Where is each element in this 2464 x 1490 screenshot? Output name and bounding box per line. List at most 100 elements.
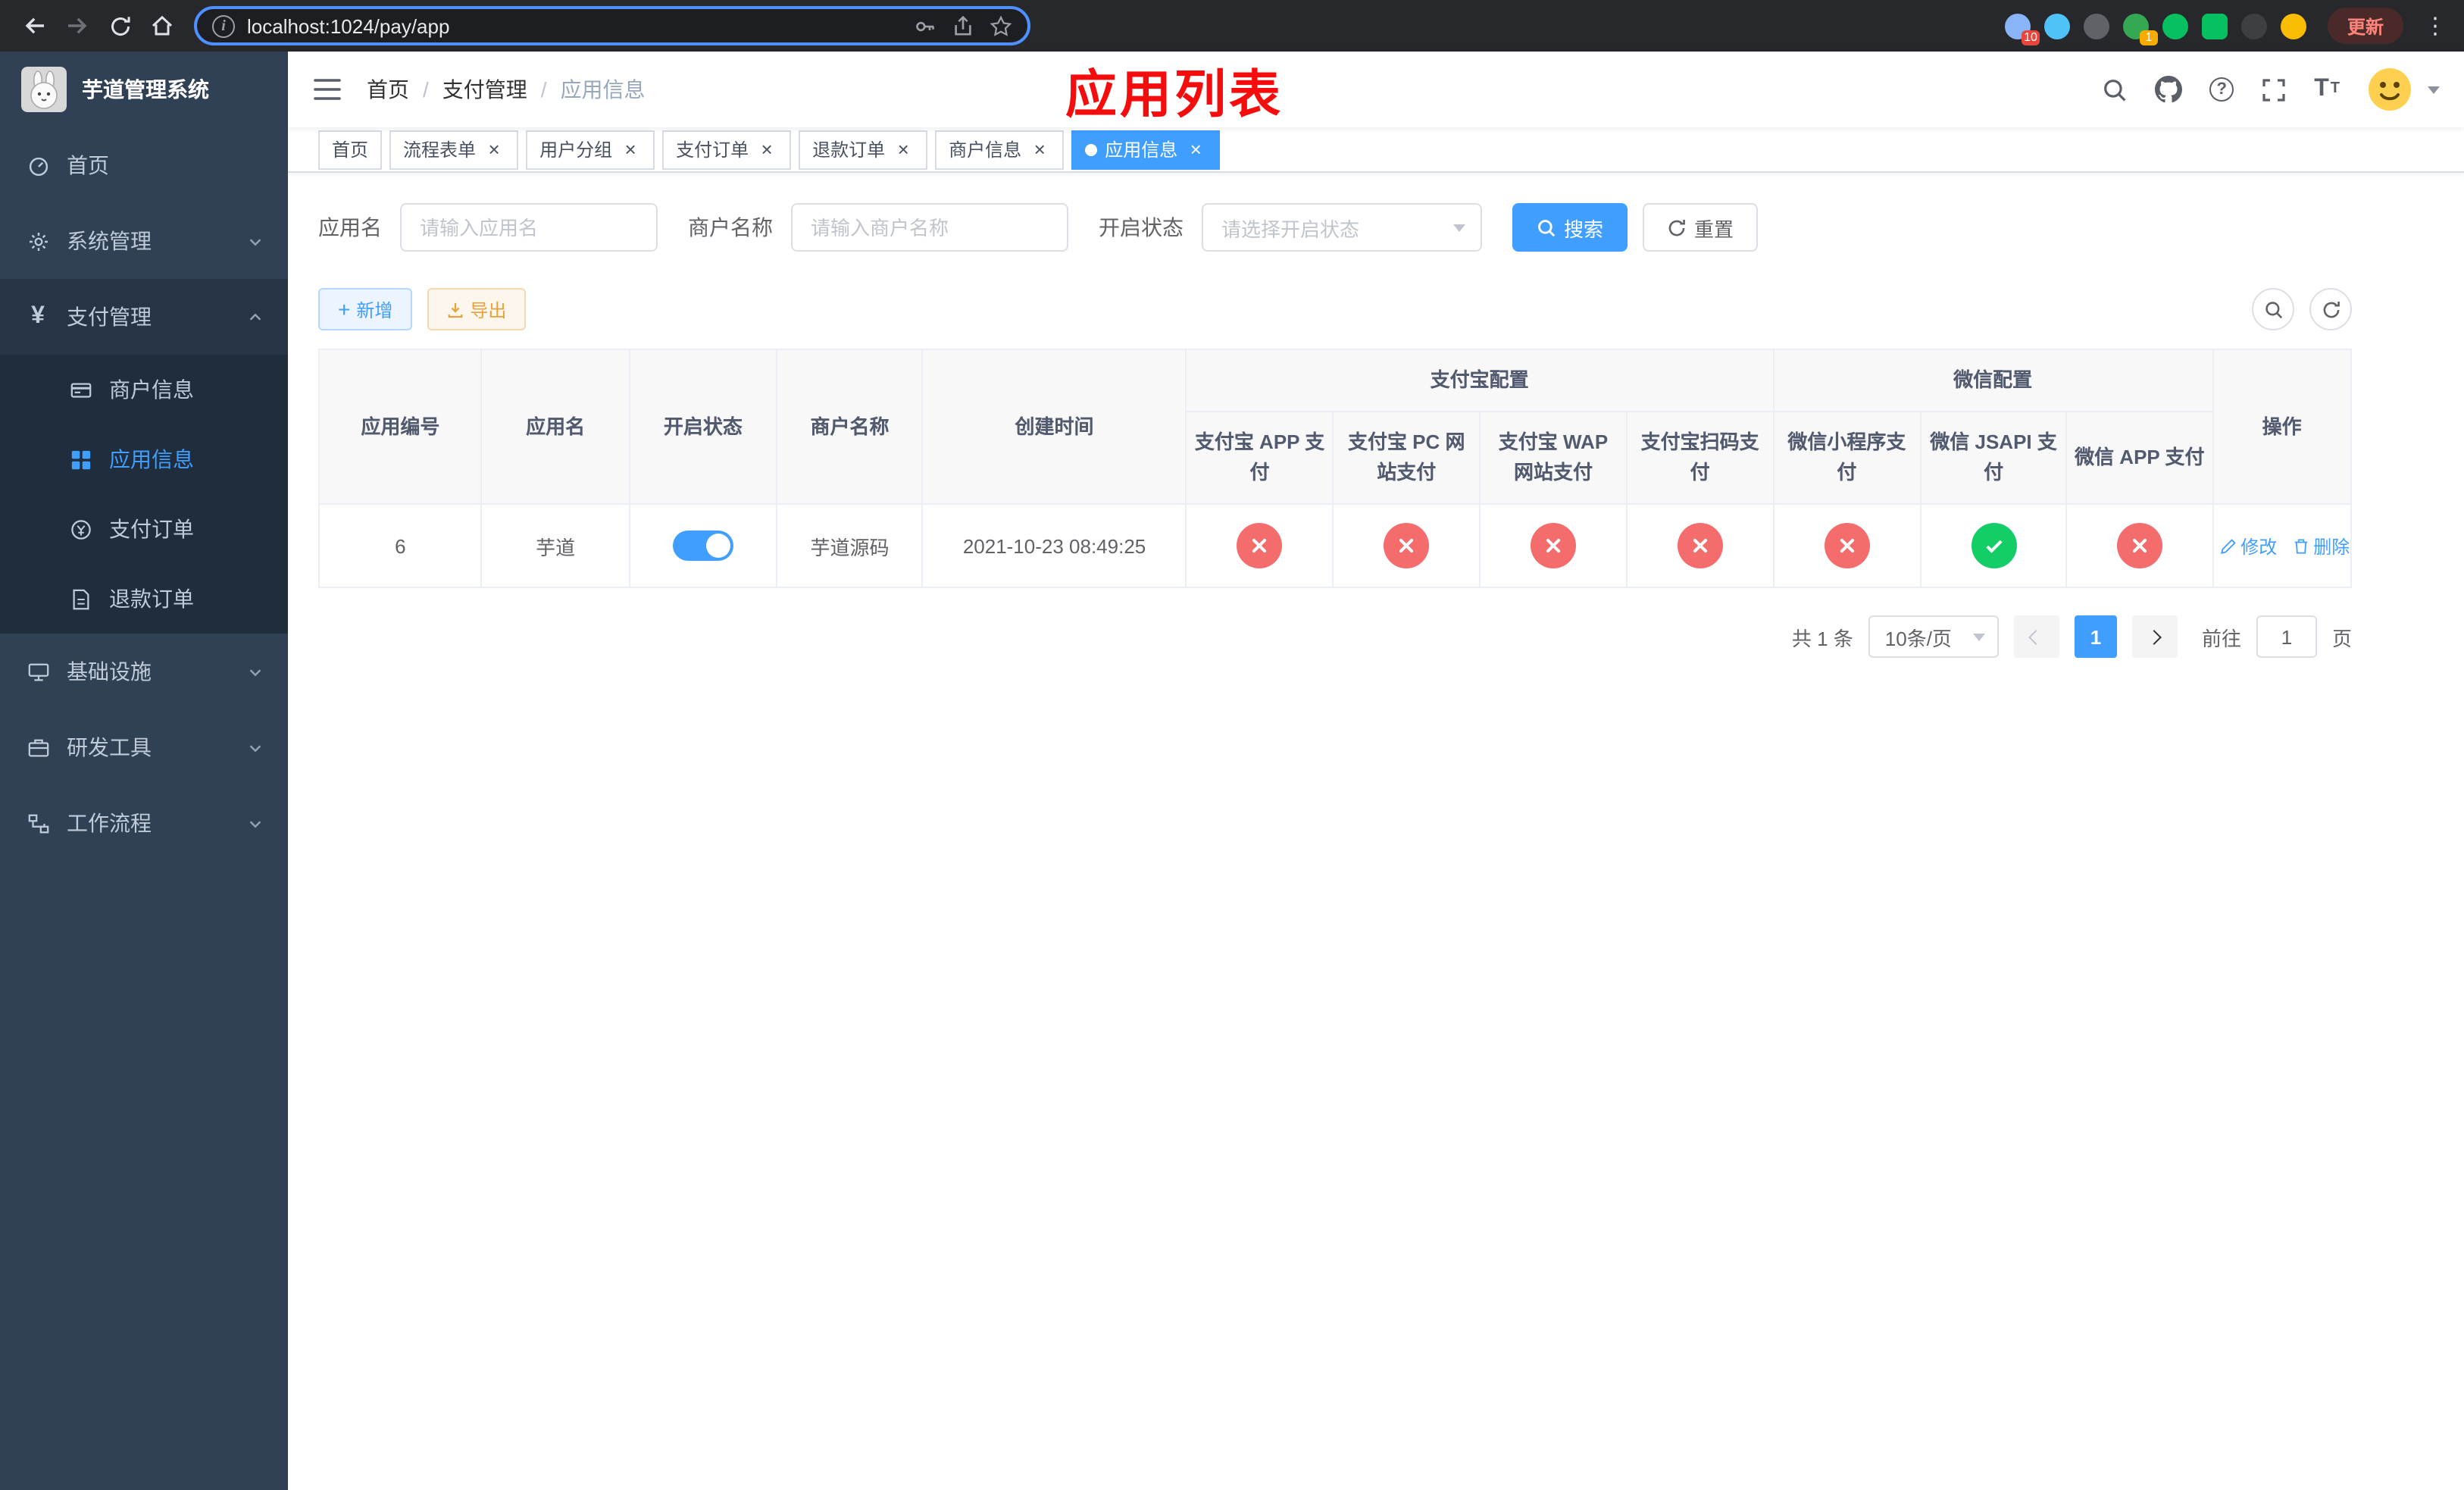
sidebar-item-home[interactable]: 首页 xyxy=(0,127,288,203)
sidebar-toggle-icon[interactable] xyxy=(312,76,342,103)
extension-3-icon[interactable] xyxy=(2083,13,2109,39)
merchant-icon xyxy=(67,378,94,401)
sidebar-subitem-pay-order[interactable]: 支付订单 xyxy=(0,494,288,564)
devtools-icon xyxy=(24,736,52,759)
sidebar-subitem-app-info[interactable]: 应用信息 xyxy=(0,424,288,494)
status-toggle[interactable] xyxy=(672,531,733,562)
sidebar-subitem-label: 支付订单 xyxy=(109,517,194,541)
reset-button[interactable]: 重置 xyxy=(1643,203,1759,252)
page-size-select[interactable]: 10条/页 xyxy=(1868,615,1999,659)
status-select[interactable]: 请选择开启状态 xyxy=(1202,203,1482,252)
table-toolbar: + 新增 导出 xyxy=(318,288,2352,330)
close-icon[interactable]: × xyxy=(483,139,505,160)
search-button[interactable]: 搜索 xyxy=(1512,203,1628,252)
browser-home-icon[interactable] xyxy=(142,6,182,45)
sidebar-subitem-label: 退款订单 xyxy=(109,587,194,611)
browser-update-button[interactable]: 更新 xyxy=(2327,8,2403,44)
sidebar-item-workflow[interactable]: 工作流程 xyxy=(0,785,288,861)
reset-button-label: 重置 xyxy=(1694,218,1734,240)
edit-link[interactable]: 修改 xyxy=(2219,534,2277,559)
tab-flow-form[interactable]: 流程表单 × xyxy=(389,130,519,169)
help-icon[interactable]: ? xyxy=(2209,77,2234,102)
sidebar-item-system[interactable]: 系统管理 xyxy=(0,203,288,279)
chevron-down-icon[interactable] xyxy=(2428,86,2440,93)
browser-forward-icon[interactable] xyxy=(58,6,97,45)
tab-label: 退款订单 xyxy=(812,139,886,161)
address-bar[interactable]: i localhost:1024/pay/app xyxy=(194,6,1030,45)
breadcrumb-item[interactable]: 支付管理 xyxy=(442,74,527,105)
tab-app-info[interactable]: 应用信息 × xyxy=(1071,130,1221,169)
sidebar-subitem-label: 商户信息 xyxy=(109,377,194,402)
user-avatar[interactable] xyxy=(2367,67,2412,112)
extension-4-icon[interactable]: 1 xyxy=(2122,13,2158,45)
toggle-search-button[interactable] xyxy=(2252,288,2294,330)
page-number-button[interactable]: 1 xyxy=(2074,615,2117,659)
download-icon xyxy=(449,302,463,318)
tab-merchant-info[interactable]: 商户信息 × xyxy=(935,130,1065,169)
extension-8-icon[interactable] xyxy=(2280,13,2306,39)
refund-icon xyxy=(67,587,94,610)
total-count: 共 1 条 xyxy=(1791,627,1853,650)
sidebar-item-devtools[interactable]: 研发工具 xyxy=(0,709,288,785)
search-icon[interactable] xyxy=(2102,77,2128,102)
next-page-button[interactable] xyxy=(2131,615,2178,659)
app-logo[interactable]: 芋道管理系统 xyxy=(0,52,288,127)
extension-5-icon[interactable] xyxy=(2162,13,2188,39)
browser-chrome: i localhost:1024/pay/app 10 1 更新 ⋮ xyxy=(0,0,2464,52)
share-icon[interactable] xyxy=(952,14,974,37)
chevron-down-icon xyxy=(247,739,264,756)
site-info-icon[interactable]: i xyxy=(212,14,235,37)
browser-refresh-icon[interactable] xyxy=(100,6,139,45)
column-header: 微信小程序支付 xyxy=(1772,411,1921,506)
group-header-wechat: 微信配置 xyxy=(1772,348,2214,413)
gear-icon xyxy=(24,230,52,252)
delete-link[interactable]: 删除 xyxy=(2292,534,2350,559)
breadcrumb-item[interactable]: 首页 xyxy=(367,74,409,105)
goto-page-input[interactable] xyxy=(2256,615,2317,659)
add-button[interactable]: + 新增 xyxy=(318,288,413,330)
navbar-tools: ? TT xyxy=(2102,67,2440,112)
tab-pay-order[interactable]: 支付订单 × xyxy=(662,130,792,169)
bookmark-star-icon[interactable] xyxy=(990,14,1012,37)
filter-item-merchant: 商户名称 xyxy=(688,203,1068,252)
tab-user-group[interactable]: 用户分组 × xyxy=(526,130,655,169)
extension-2-icon[interactable] xyxy=(2043,13,2070,39)
close-icon[interactable]: × xyxy=(756,139,777,160)
font-size-icon[interactable]: TT xyxy=(2314,77,2340,102)
status-label: 开启状态 xyxy=(1099,215,1184,239)
sidebar-subitem-merchant-info[interactable]: 商户信息 xyxy=(0,355,288,424)
close-icon[interactable]: × xyxy=(893,139,914,160)
export-button[interactable]: 导出 xyxy=(427,288,527,330)
chevron-down-icon xyxy=(247,663,264,680)
delete-link-label: 删除 xyxy=(2313,536,2350,558)
prev-page-button[interactable] xyxy=(2013,615,2059,659)
breadcrumb-separator: / xyxy=(423,77,429,102)
sidebar-item-pay[interactable]: ¥ 支付管理 xyxy=(0,279,288,355)
sidebar-subitem-refund-order[interactable]: 退款订单 xyxy=(0,564,288,634)
app-name-input[interactable] xyxy=(400,203,658,252)
active-tab-dot xyxy=(1085,143,1098,155)
column-header: 开启状态 xyxy=(628,348,778,506)
tab-home[interactable]: 首页 xyxy=(318,130,383,169)
github-icon[interactable] xyxy=(2155,76,2183,103)
dashboard-icon xyxy=(24,154,52,177)
password-key-icon[interactable] xyxy=(914,14,937,37)
fullscreen-icon[interactable] xyxy=(2261,77,2287,102)
cell-channel-status xyxy=(1332,503,1481,589)
browser-back-icon[interactable] xyxy=(15,6,55,45)
extension-7-icon[interactable] xyxy=(2240,13,2267,39)
sidebar-item-infra[interactable]: 基础设施 xyxy=(0,634,288,709)
extension-1-icon[interactable]: 10 xyxy=(2004,13,2040,45)
browser-menu-icon[interactable]: ⋮ xyxy=(2422,12,2449,39)
refresh-table-button[interactable] xyxy=(2309,288,2352,330)
tab-refund-order[interactable]: 退款订单 × xyxy=(799,130,928,169)
extension-6-icon[interactable] xyxy=(2201,13,2228,39)
close-icon[interactable]: × xyxy=(620,139,641,160)
cell-status xyxy=(628,503,778,589)
close-icon[interactable]: × xyxy=(1029,139,1050,160)
cell-channel-status xyxy=(1478,503,1628,589)
close-icon[interactable]: × xyxy=(1185,139,1206,160)
workflow-icon xyxy=(24,812,52,834)
merchant-name-input[interactable] xyxy=(791,203,1068,252)
sidebar-item-label: 首页 xyxy=(67,153,109,177)
